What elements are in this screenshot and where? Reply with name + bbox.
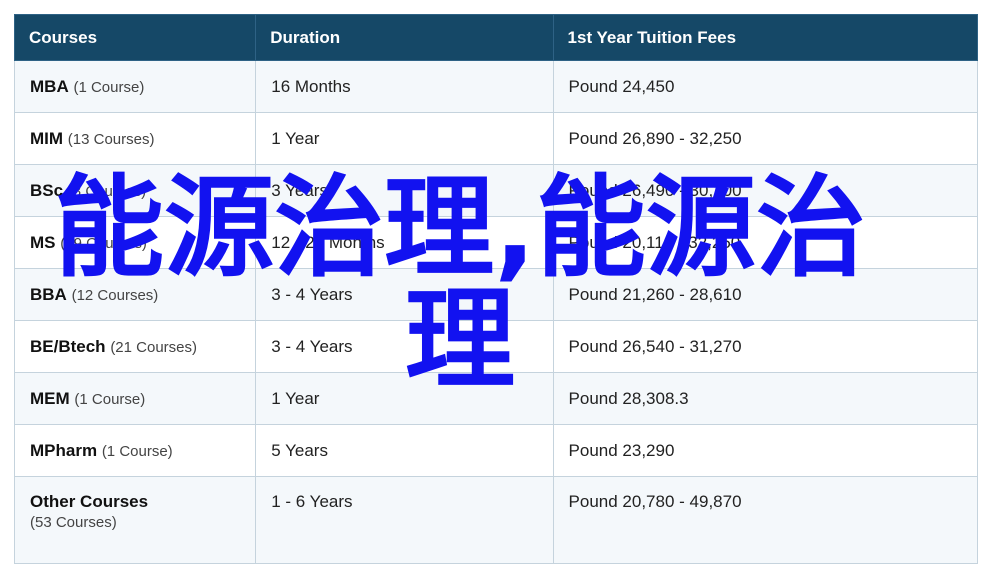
header-courses: Courses	[13, 14, 257, 61]
course-count: (1 Course)	[101, 442, 173, 460]
course-name[interactable]: MBA	[30, 77, 69, 96]
course-name[interactable]: BSc	[30, 181, 63, 200]
fees-cell: Pound 20,110 - 32,250	[552, 216, 979, 269]
fees-cell: Pound 26,890 - 32,250	[552, 112, 979, 165]
table-row: MS (39 Courses) 12 - 24 Months Pound 20,…	[13, 216, 979, 269]
fees-cell: Pound 28,308.3	[552, 372, 979, 425]
course-cell: MS (39 Courses)	[13, 216, 257, 269]
duration-cell: 3 Years	[255, 164, 554, 217]
course-name[interactable]: Other Courses	[30, 492, 148, 511]
fees-cell: Pound 26,540 - 31,270	[552, 320, 979, 373]
course-cell: MPharm (1 Course)	[13, 424, 257, 477]
course-count: (3 Courses)	[67, 182, 147, 200]
table-row: BE/Btech (21 Courses) 3 - 4 Years Pound …	[13, 320, 979, 373]
course-name[interactable]: MPharm	[30, 441, 97, 460]
course-cell: BBA (12 Courses)	[13, 268, 257, 321]
course-cell: BSc (3 Courses)	[13, 164, 257, 217]
course-cell: MIM (13 Courses)	[13, 112, 257, 165]
header-fees: 1st Year Tuition Fees	[552, 14, 979, 61]
course-name[interactable]: BBA	[30, 285, 67, 304]
course-name[interactable]: MS	[30, 233, 56, 252]
duration-cell: 3 - 4 Years	[255, 268, 554, 321]
fees-cell: Pound 21,260 - 28,610	[552, 268, 979, 321]
course-count: (39 Courses)	[60, 234, 147, 252]
course-name[interactable]: MEM	[30, 389, 70, 408]
course-cell: MEM (1 Course)	[13, 372, 257, 425]
course-count: (1 Course)	[74, 390, 146, 408]
table-row: MPharm (1 Course) 5 Years Pound 23,290	[13, 424, 979, 477]
fees-cell: Pound 24,450	[552, 60, 979, 113]
course-cell: MBA (1 Course)	[13, 60, 257, 113]
course-name[interactable]: MIM	[30, 129, 63, 148]
course-count: (12 Courses)	[71, 286, 159, 304]
table-row: MEM (1 Course) 1 Year Pound 28,308.3	[13, 372, 979, 425]
duration-cell: 12 - 24 Months	[255, 216, 554, 269]
course-cell: Other Courses (53 Courses)	[13, 476, 257, 564]
course-count: (13 Courses)	[67, 130, 155, 148]
table-header-row: Courses Duration 1st Year Tuition Fees	[13, 14, 979, 61]
course-count: (1 Course)	[73, 78, 145, 96]
fees-cell: Pound 26,490 - 30,100	[552, 164, 979, 217]
duration-cell: 16 Months	[255, 60, 554, 113]
duration-cell: 5 Years	[255, 424, 554, 477]
duration-cell: 1 - 6 Years	[255, 476, 554, 564]
duration-cell: 1 Year	[255, 372, 554, 425]
duration-cell: 3 - 4 Years	[255, 320, 554, 373]
table-row: BSc (3 Courses) 3 Years Pound 26,490 - 3…	[13, 164, 979, 217]
course-name[interactable]: BE/Btech	[30, 337, 106, 356]
fees-cell: Pound 20,780 - 49,870	[552, 476, 979, 564]
table-row: MIM (13 Courses) 1 Year Pound 26,890 - 3…	[13, 112, 979, 165]
table-row: Other Courses (53 Courses) 1 - 6 Years Po…	[13, 476, 979, 564]
table-row: MBA (1 Course) 16 Months Pound 24,450	[13, 60, 979, 113]
duration-cell: 1 Year	[255, 112, 554, 165]
header-duration: Duration	[255, 14, 554, 61]
fees-cell: Pound 23,290	[552, 424, 979, 477]
course-count: (21 Courses)	[110, 338, 198, 356]
course-cell: BE/Btech (21 Courses)	[13, 320, 257, 373]
table-row: BBA (12 Courses) 3 - 4 Years Pound 21,26…	[13, 268, 979, 321]
course-count: (53 Courses)	[30, 514, 117, 531]
courses-table: Courses Duration 1st Year Tuition Fees M…	[13, 14, 979, 564]
